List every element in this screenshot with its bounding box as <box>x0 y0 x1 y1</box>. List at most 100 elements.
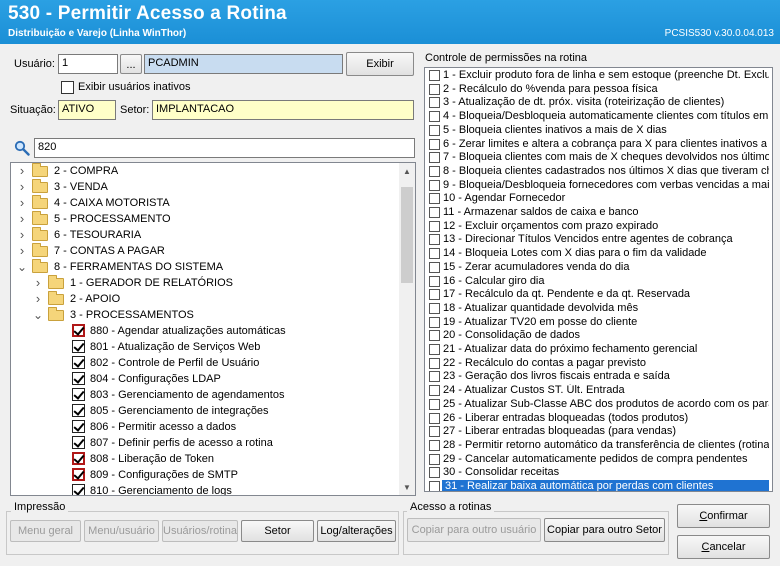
permission-checkbox[interactable] <box>429 179 440 191</box>
permission-checkbox[interactable] <box>429 248 440 260</box>
copy-other-user-button[interactable]: Copiar para outro usuário <box>407 518 541 542</box>
permission-item[interactable]: 4 - Bloqueia/Desbloqueia automaticamente… <box>427 110 769 124</box>
permission-item[interactable]: 2 - Recálculo do %venda para pessoa físi… <box>427 83 769 97</box>
expand-down-icon[interactable]: ⌄ <box>17 259 27 275</box>
tree-item[interactable]: › 5 - PROCESSAMENTO <box>11 211 399 227</box>
permission-checkbox[interactable] <box>429 344 440 355</box>
permission-item[interactable]: 19 - Atualizar TV20 em posse do cliente <box>427 316 769 330</box>
permission-item[interactable]: 5 - Bloqueia clientes inativos a mais de… <box>427 124 769 138</box>
permission-item[interactable]: 18 - Atualizar quantidade devolvida mês <box>427 302 769 316</box>
tree-item[interactable]: 804 - Configurações LDAP <box>11 371 399 387</box>
tree-item-checkbox[interactable] <box>72 340 85 353</box>
tree-item-checkbox[interactable] <box>72 484 85 495</box>
tree-item[interactable]: › 3 - VENDA <box>11 179 399 195</box>
permission-item[interactable]: 30 - Consolidar receitas <box>427 466 769 480</box>
permission-item[interactable]: 26 - Liberar entradas bloqueadas (todos … <box>427 412 769 426</box>
expand-down-icon[interactable]: ⌄ <box>33 307 43 323</box>
permission-checkbox[interactable] <box>429 467 440 479</box>
tree-item-checkbox[interactable] <box>72 468 85 481</box>
permission-item[interactable]: 15 - Zerar acumuladores venda do dia <box>427 261 769 275</box>
permission-checkbox[interactable] <box>429 302 440 314</box>
permission-checkbox[interactable] <box>429 316 440 328</box>
permission-item[interactable]: 22 - Recálculo do contas a pagar previst… <box>427 357 769 371</box>
permission-checkbox[interactable] <box>429 275 440 287</box>
tree-item[interactable]: 807 - Definir perfis de acesso a rotina <box>11 435 399 451</box>
show-inactive-checkbox[interactable] <box>61 81 74 94</box>
cancel-button[interactable]: Cancelar <box>677 535 770 559</box>
permission-checkbox[interactable] <box>429 207 440 218</box>
tree-item-checkbox[interactable] <box>72 436 85 449</box>
expand-right-icon[interactable]: › <box>17 163 27 179</box>
tree-item[interactable]: › 2 - COMPRA <box>11 163 399 179</box>
expand-right-icon[interactable]: › <box>33 291 43 307</box>
show-button[interactable]: Exibir <box>346 52 414 76</box>
permission-checkbox[interactable] <box>429 138 440 150</box>
permission-item[interactable]: 14 - Bloqueia Lotes com X dias para o fi… <box>427 247 769 261</box>
permission-item[interactable]: 13 - Direcionar Títulos Vencidos entre a… <box>427 233 769 247</box>
tree-scroll-thumb[interactable] <box>401 187 413 283</box>
search-input[interactable]: 820 <box>34 138 415 158</box>
permission-checkbox[interactable] <box>429 385 440 397</box>
permission-item[interactable]: 8 - Bloqueia clientes cadastrados nos úl… <box>427 165 769 179</box>
permission-checkbox[interactable] <box>429 453 440 465</box>
tree-item-checkbox[interactable] <box>72 324 85 337</box>
permission-item[interactable]: 3 - Atualização de dt. próx. visita (rot… <box>427 96 769 110</box>
user-lookup-button[interactable]: ... <box>120 54 142 74</box>
permission-checkbox[interactable] <box>429 371 440 383</box>
permission-checkbox[interactable] <box>429 398 440 410</box>
permission-checkbox[interactable] <box>429 234 440 246</box>
permission-item[interactable]: 24 - Atualizar Custos ST. Últ. Entrada <box>427 384 769 398</box>
tree-item[interactable]: 802 - Controle de Perfil de Usuário <box>11 355 399 371</box>
tree-item[interactable]: 806 - Permitir acesso a dados <box>11 419 399 435</box>
permission-item[interactable]: 11 - Armazenar saldos de caixa e banco <box>427 206 769 220</box>
permission-checkbox[interactable] <box>429 83 440 95</box>
permission-item[interactable]: 31 - Realizar baixa automática por perda… <box>427 480 769 491</box>
menu-tree[interactable]: › 2 - COMPRA › 3 - VENDA › 4 - CAIXA MOTORIST… <box>10 162 416 496</box>
user-id-field[interactable]: 1 <box>58 54 118 74</box>
permission-checkbox[interactable] <box>429 426 440 438</box>
permission-checkbox[interactable] <box>429 261 440 273</box>
confirm-button[interactable]: Confirmar <box>677 504 770 528</box>
permission-checkbox[interactable] <box>429 152 440 164</box>
permission-checkbox[interactable] <box>429 220 440 232</box>
tree-item[interactable]: 801 - Atualização de Serviços Web <box>11 339 399 355</box>
tree-item[interactable]: › 4 - CAIXA MOTORISTA <box>11 195 399 211</box>
copy-other-sector-button[interactable]: Copiar para outro Setor <box>544 518 665 542</box>
expand-right-icon[interactable]: › <box>17 195 27 211</box>
expand-right-icon[interactable]: › <box>17 179 27 195</box>
permission-checkbox[interactable] <box>429 289 440 301</box>
permission-item[interactable]: 17 - Recálculo da qt. Pendente e da qt. … <box>427 288 769 302</box>
permission-item[interactable]: 10 - Agendar Fornecedor <box>427 192 769 206</box>
tree-item[interactable]: › 7 - CONTAS A PAGAR <box>11 243 399 259</box>
expand-right-icon[interactable]: › <box>17 243 27 259</box>
tree-item[interactable]: ⌄ 3 - PROCESSAMENTOS <box>11 307 399 323</box>
tree-item-checkbox[interactable] <box>72 452 85 465</box>
menu-usuario-button[interactable]: Menu/usuário <box>84 520 159 542</box>
setor-button[interactable]: Setor <box>241 520 314 542</box>
expand-right-icon[interactable]: › <box>17 227 27 243</box>
log-alteracoes-button[interactable]: Log/alterações <box>317 520 396 542</box>
expand-right-icon[interactable]: › <box>33 275 43 291</box>
permission-checkbox[interactable] <box>429 70 440 81</box>
menu-geral-button[interactable]: Menu geral <box>10 520 81 542</box>
tree-scrollbar[interactable]: ▲ ▼ <box>399 163 415 495</box>
permission-checkbox[interactable] <box>429 330 440 342</box>
permission-checkbox[interactable] <box>429 97 440 109</box>
tree-item-checkbox[interactable] <box>72 404 85 417</box>
tree-item[interactable]: ⌄ 8 - FERRAMENTAS DO SISTEMA <box>11 259 399 275</box>
permission-item[interactable]: 29 - Cancelar automaticamente pedidos de… <box>427 453 769 467</box>
tree-item-checkbox[interactable] <box>72 356 85 369</box>
tree-item-checkbox[interactable] <box>72 372 85 385</box>
permission-item[interactable]: 6 - Zerar limites e altera a cobrança pa… <box>427 138 769 152</box>
permission-checkbox[interactable] <box>429 124 440 136</box>
tree-item[interactable]: 809 - Configurações de SMTP <box>11 467 399 483</box>
expand-right-icon[interactable]: › <box>17 211 27 227</box>
permission-item[interactable]: 12 - Excluir orçamentos com prazo expira… <box>427 220 769 234</box>
permission-item[interactable]: 21 - Atualizar data do próximo fechament… <box>427 343 769 357</box>
permissions-list[interactable]: 1 - Excluir produto fora de linha e sem … <box>424 67 773 492</box>
tree-item[interactable]: › 1 - GERADOR DE RELATÓRIOS <box>11 275 399 291</box>
permission-item[interactable]: 16 - Calcular giro dia <box>427 275 769 289</box>
permission-item[interactable]: 7 - Bloqueia clientes com mais de X cheq… <box>427 151 769 165</box>
permission-item[interactable]: 25 - Atualizar Sub-Classe ABC dos produt… <box>427 398 769 412</box>
tree-item[interactable]: › 6 - TESOURARIA <box>11 227 399 243</box>
